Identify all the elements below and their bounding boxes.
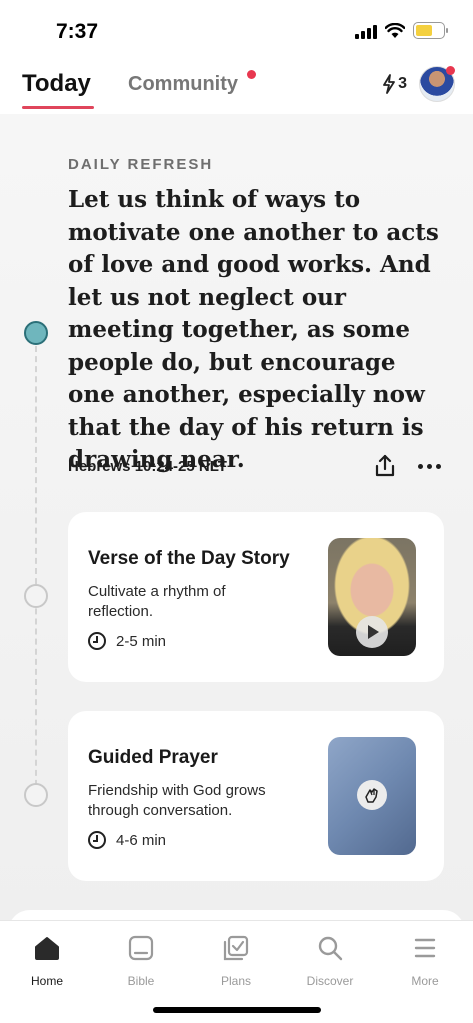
play-icon[interactable] [356, 616, 388, 648]
nav-more[interactable]: More [385, 935, 465, 988]
nav-discover[interactable]: Discover [290, 935, 370, 988]
top-nav: Today Community 3 [0, 58, 473, 114]
streak-button[interactable]: 3 [382, 74, 407, 94]
prayer-thumbnail[interactable] [328, 737, 416, 855]
tab-today[interactable]: Today [22, 70, 91, 98]
timeline-node [24, 584, 48, 608]
cellular-signal-icon [355, 23, 377, 39]
status-time: 7:37 [56, 20, 99, 43]
nav-label: Bible [127, 974, 155, 988]
verse-text[interactable]: Let us think of ways to motivate one ano… [68, 184, 443, 477]
section-label: DAILY REFRESH [68, 156, 214, 173]
card-duration: 4-6 min [88, 831, 166, 849]
active-tab-indicator [22, 106, 94, 109]
avatar-notification-dot [446, 66, 455, 75]
duration-text: 2-5 min [116, 632, 167, 650]
home-icon [35, 937, 59, 960]
status-icons [355, 22, 448, 39]
nav-label: More [411, 974, 439, 988]
status-bar: 7:37 [0, 0, 473, 58]
timeline-line [35, 346, 37, 796]
bottom-nav: Home Bible Plans Discover More [0, 920, 473, 1023]
community-notification-dot [247, 70, 256, 79]
wifi-icon [385, 22, 405, 38]
today-feed[interactable]: DAILY REFRESH Let us think of ways to mo… [0, 114, 473, 950]
nav-plans[interactable]: Plans [196, 935, 276, 988]
menu-icon [414, 938, 436, 958]
verse-story-card[interactable]: Verse of the Day Story Cultivate a rhyth… [68, 512, 444, 682]
card-title: Verse of the Day Story [88, 548, 290, 569]
clock-icon [88, 632, 106, 650]
nav-label: Plans [220, 974, 252, 988]
battery-icon [413, 22, 448, 39]
timeline-node [24, 783, 48, 807]
bible-icon [128, 935, 154, 961]
guided-prayer-card[interactable]: Guided Prayer Friendship with God grows … [68, 711, 444, 881]
nav-bible[interactable]: Bible [101, 935, 181, 988]
share-icon[interactable] [374, 454, 396, 478]
verse-reference[interactable]: Hebrews 10:24-25 NLT [68, 458, 227, 475]
card-duration: 2-5 min [88, 632, 166, 650]
clock-icon [88, 831, 106, 849]
streak-count: 3 [398, 75, 407, 92]
card-title: Guided Prayer [88, 747, 218, 768]
card-description: Friendship with God grows through conver… [88, 782, 266, 819]
timeline-node-active [24, 321, 48, 345]
plans-icon [223, 935, 249, 961]
more-options-icon[interactable] [418, 464, 441, 469]
lightning-icon [383, 74, 395, 94]
praying-hands-icon [357, 780, 387, 810]
nav-home[interactable]: Home [7, 935, 87, 988]
card-description: Cultivate a rhythm of reflection. [88, 583, 226, 620]
home-indicator [153, 1007, 321, 1013]
nav-label: Home [30, 974, 63, 988]
duration-text: 4-6 min [116, 831, 167, 849]
tab-community[interactable]: Community [128, 73, 238, 96]
search-icon [318, 936, 343, 961]
nav-label: Discover [306, 974, 354, 988]
story-thumbnail[interactable] [328, 538, 416, 656]
